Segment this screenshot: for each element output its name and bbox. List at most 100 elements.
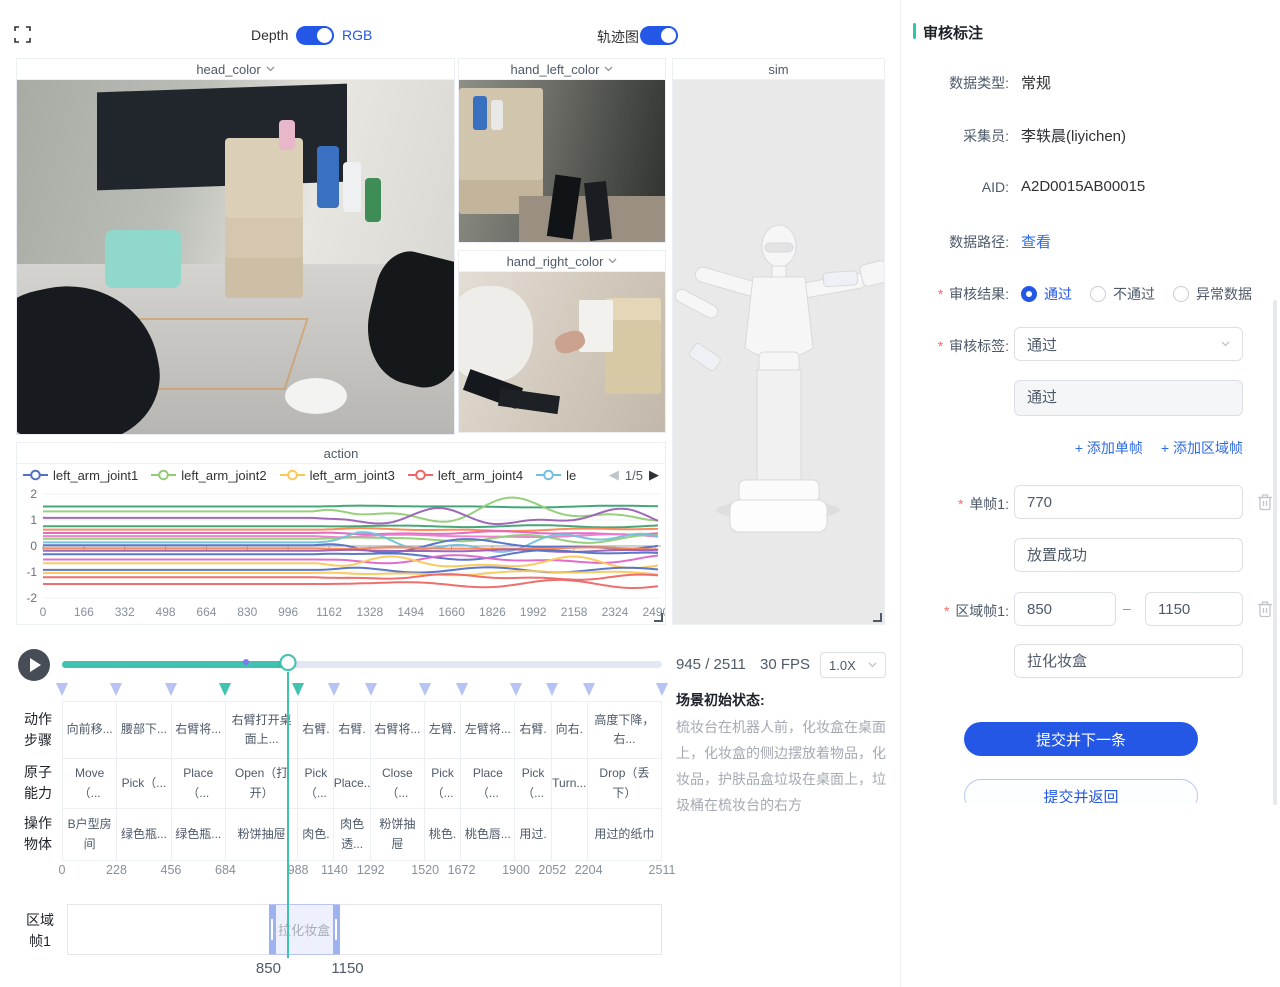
head-camera-header[interactable]: head_color — [17, 59, 454, 80]
step-cell[interactable]: Place（... — [461, 759, 515, 808]
step-marker[interactable] — [110, 683, 122, 696]
frame-axis-tick: 988 — [288, 863, 309, 877]
depth-rgb-toggle[interactable] — [296, 26, 334, 45]
delete-region-frame-icon[interactable] — [1257, 600, 1273, 618]
fullscreen-icon[interactable] — [14, 26, 31, 43]
delete-single-frame-icon[interactable] — [1257, 493, 1273, 511]
legend-item[interactable]: left_arm_joint2 — [151, 468, 266, 483]
step-cell[interactable]: 粉饼抽屉 — [371, 809, 425, 860]
head-camera-image[interactable] — [17, 80, 454, 434]
radio-fail-label[interactable]: 不通过 — [1113, 284, 1155, 304]
step-marker[interactable] — [328, 683, 340, 696]
radio-pass-label[interactable]: 通过 — [1044, 284, 1072, 304]
hand-right-camera-header[interactable]: hand_right_color — [459, 251, 665, 272]
step-cell[interactable]: Drop（丢下） — [588, 759, 661, 808]
step-cell[interactable]: 用过的纸巾 — [588, 809, 661, 860]
step-marker[interactable] — [546, 683, 558, 696]
step-cell[interactable]: B户型房间 — [63, 809, 117, 860]
legend-item[interactable]: left_arm_joint4 — [408, 468, 523, 483]
step-cell[interactable]: 肉色透... — [334, 809, 370, 860]
radio-fail[interactable] — [1090, 286, 1106, 302]
sim-viewport[interactable] — [673, 80, 884, 624]
step-marker-active[interactable] — [219, 683, 231, 696]
panel-scrollbar[interactable] — [1273, 300, 1277, 805]
step-marker[interactable] — [510, 683, 522, 696]
playback-speed-select[interactable]: 1.0X — [820, 652, 886, 678]
step-marker[interactable] — [165, 683, 177, 696]
hand-right-camera-image[interactable] — [459, 272, 665, 432]
region-start-input[interactable] — [1014, 592, 1116, 626]
hand-left-camera-header[interactable]: hand_left_color — [459, 59, 665, 80]
step-cell[interactable]: 绿色瓶... — [172, 809, 226, 860]
step-cell[interactable]: 右臂将... — [371, 702, 425, 758]
step-cell[interactable]: 腰部下... — [117, 702, 171, 758]
view-link[interactable]: 查看 — [1021, 231, 1051, 252]
radio-abnormal-label[interactable]: 异常数据 — [1196, 284, 1252, 304]
slider-handle[interactable] — [279, 654, 296, 671]
add-region-frame-link[interactable]: + 添加区域帧 — [1161, 438, 1243, 458]
segment-left-handle[interactable] — [269, 905, 276, 954]
radio-abnormal[interactable] — [1173, 286, 1189, 302]
play-button[interactable] — [18, 649, 50, 681]
step-cell[interactable]: 桃色唇... — [461, 809, 515, 860]
legend-item[interactable]: left_arm_joint1 — [23, 468, 138, 483]
legend-item[interactable]: le — [536, 468, 576, 483]
field-value: A2D0015AB00015 — [1021, 178, 1145, 195]
step-cell[interactable]: Pick（... — [425, 759, 461, 808]
step-cell[interactable]: Place（... — [172, 759, 226, 808]
step-cell[interactable]: 右臂. — [298, 702, 334, 758]
step-cell[interactable]: 肉色. — [298, 809, 334, 860]
step-marker-active[interactable] — [292, 683, 304, 696]
resize-handle-icon[interactable] — [873, 613, 882, 622]
region-segment[interactable]: 拉化妆盒 — [269, 904, 340, 955]
hand-left-camera-image[interactable] — [459, 80, 665, 242]
step-cell[interactable]: 右臂将... — [172, 702, 226, 758]
submit-back-button[interactable]: 提交并返回 — [964, 779, 1198, 803]
legend-item[interactable]: left_arm_joint3 — [280, 468, 395, 483]
trajectory-toggle[interactable] — [640, 26, 678, 45]
photo-bottle — [365, 178, 381, 222]
step-marker[interactable] — [656, 683, 668, 696]
step-cell[interactable]: Close（... — [371, 759, 425, 808]
radio-pass[interactable] — [1021, 286, 1037, 302]
step-cell[interactable]: Pick（... — [117, 759, 171, 808]
review-tag-select[interactable]: 通过 — [1014, 327, 1243, 361]
step-cell[interactable]: 右臂. — [334, 702, 370, 758]
svg-text:830: 830 — [237, 605, 257, 619]
step-cell[interactable]: Pick（... — [515, 759, 551, 808]
single-frame-dot[interactable] — [243, 659, 249, 665]
region-track-bar[interactable]: 拉化妆盒 — [67, 904, 662, 955]
review-tag-textarea[interactable] — [1014, 380, 1243, 416]
playback-slider[interactable] — [62, 661, 662, 668]
step-cell[interactable]: 桃色. — [425, 809, 461, 860]
step-marker[interactable] — [419, 683, 431, 696]
step-cell[interactable]: Place.. — [334, 759, 370, 808]
region-frame-desc-textarea[interactable] — [1014, 644, 1243, 678]
frame-axis-tick: 2052 — [538, 863, 566, 877]
step-cell[interactable]: 左臂将... — [461, 702, 515, 758]
step-cell[interactable]: 用过. — [515, 809, 551, 860]
step-marker[interactable] — [456, 683, 468, 696]
step-cell[interactable]: 右臂. — [515, 702, 551, 758]
region-end-input[interactable] — [1145, 592, 1243, 626]
single-frame-input[interactable] — [1014, 485, 1243, 519]
step-cell[interactable]: Pick（... — [298, 759, 334, 808]
add-single-frame-link[interactable]: + 添加单帧 — [1075, 438, 1143, 458]
resize-handle-icon[interactable] — [654, 613, 663, 622]
step-cell[interactable]: 高度下降，右... — [588, 702, 661, 758]
step-marker[interactable] — [365, 683, 377, 696]
legend-next-icon[interactable]: ▶ — [649, 467, 659, 483]
segment-right-handle[interactable] — [333, 905, 340, 954]
step-cell[interactable]: Turn... — [552, 759, 588, 808]
step-cell[interactable]: 绿色瓶... — [117, 809, 171, 860]
legend-prev-icon[interactable]: ◀ — [609, 467, 619, 483]
step-cell[interactable] — [552, 809, 588, 860]
single-frame-desc-textarea[interactable] — [1014, 538, 1243, 572]
step-cell[interactable]: 左臂. — [425, 702, 461, 758]
submit-next-button[interactable]: 提交并下一条 — [964, 722, 1198, 756]
step-cell[interactable]: 向前移... — [63, 702, 117, 758]
step-cell[interactable]: Move（... — [63, 759, 117, 808]
step-marker[interactable] — [56, 683, 68, 696]
step-cell[interactable]: 向右. — [552, 702, 588, 758]
step-marker[interactable] — [583, 683, 595, 696]
